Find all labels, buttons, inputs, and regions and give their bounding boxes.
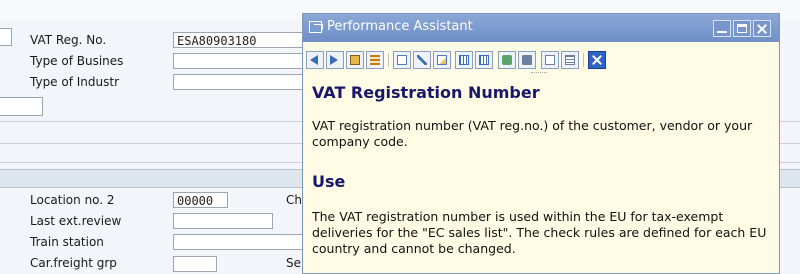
minimize-button[interactable] [713,20,731,37]
page-icon[interactable] [541,51,559,69]
forward-icon[interactable] [326,51,344,69]
help-heading-vat: VAT Registration Number [312,83,540,102]
vat-reg-no-value: ESA80903180 [177,34,257,48]
toolbar-separator [583,53,584,67]
vat-reg-no-label: VAT Reg. No. [30,33,107,47]
table-icon[interactable] [455,51,473,69]
performance-assistant-window: Performance Assistant VAT Registration N… [302,13,780,274]
train-station-label: Train station [30,235,104,249]
left-edge-field-top[interactable] [0,28,12,46]
type-of-industry-field[interactable] [173,74,308,90]
help-content: VAT Registration Number VAT registration… [303,76,779,273]
se-label-partial: Se [286,256,301,270]
assistant-toolbar [303,42,779,76]
location-no2-value: 00000 [177,194,214,208]
car-freight-grp-field[interactable] [173,256,217,272]
check-digit-label-partial: Ch [286,193,302,207]
close-doc-icon[interactable] [588,51,606,69]
last-ext-review-field[interactable] [173,213,273,229]
edit-icon[interactable] [393,51,411,69]
toolbar-grip[interactable] [531,72,547,75]
help-paragraph-definition: VAT registration number (VAT reg.no.) of… [312,118,753,149]
car-freight-grp-label: Car.freight grp [30,256,117,270]
train-station-field[interactable] [173,234,308,250]
document-icon[interactable] [346,51,364,69]
performance-assistant-titlebar[interactable]: Performance Assistant [303,14,779,42]
popup-window-icon [309,21,323,33]
unlabeled-field[interactable] [0,97,43,116]
close-window-button[interactable] [753,20,771,37]
print-icon[interactable] [518,51,536,69]
location-no2-label: Location no. 2 [30,193,115,207]
pages-icon[interactable] [561,51,579,69]
help-heading-use: Use [312,172,346,191]
type-of-industry-label: Type of Industr [30,75,120,89]
type-of-business-field[interactable] [173,53,308,69]
hierarchy-icon[interactable] [366,51,384,69]
note-icon[interactable] [498,51,516,69]
type-of-business-label: Type of Busines [30,54,124,68]
last-ext-review-label: Last ext.review [30,214,122,228]
location-no2-field[interactable]: 00000 [173,192,228,208]
display-icon[interactable] [475,51,493,69]
maximize-button[interactable] [733,20,751,37]
back-icon[interactable] [306,51,324,69]
link-icon[interactable] [433,51,451,69]
window-title: Performance Assistant [327,19,473,34]
help-paragraph-use: The VAT registration number is used with… [312,209,767,256]
vat-reg-no-field[interactable]: ESA80903180 [173,32,308,48]
toolbar-separator [388,53,389,67]
pen-icon[interactable] [413,51,431,69]
